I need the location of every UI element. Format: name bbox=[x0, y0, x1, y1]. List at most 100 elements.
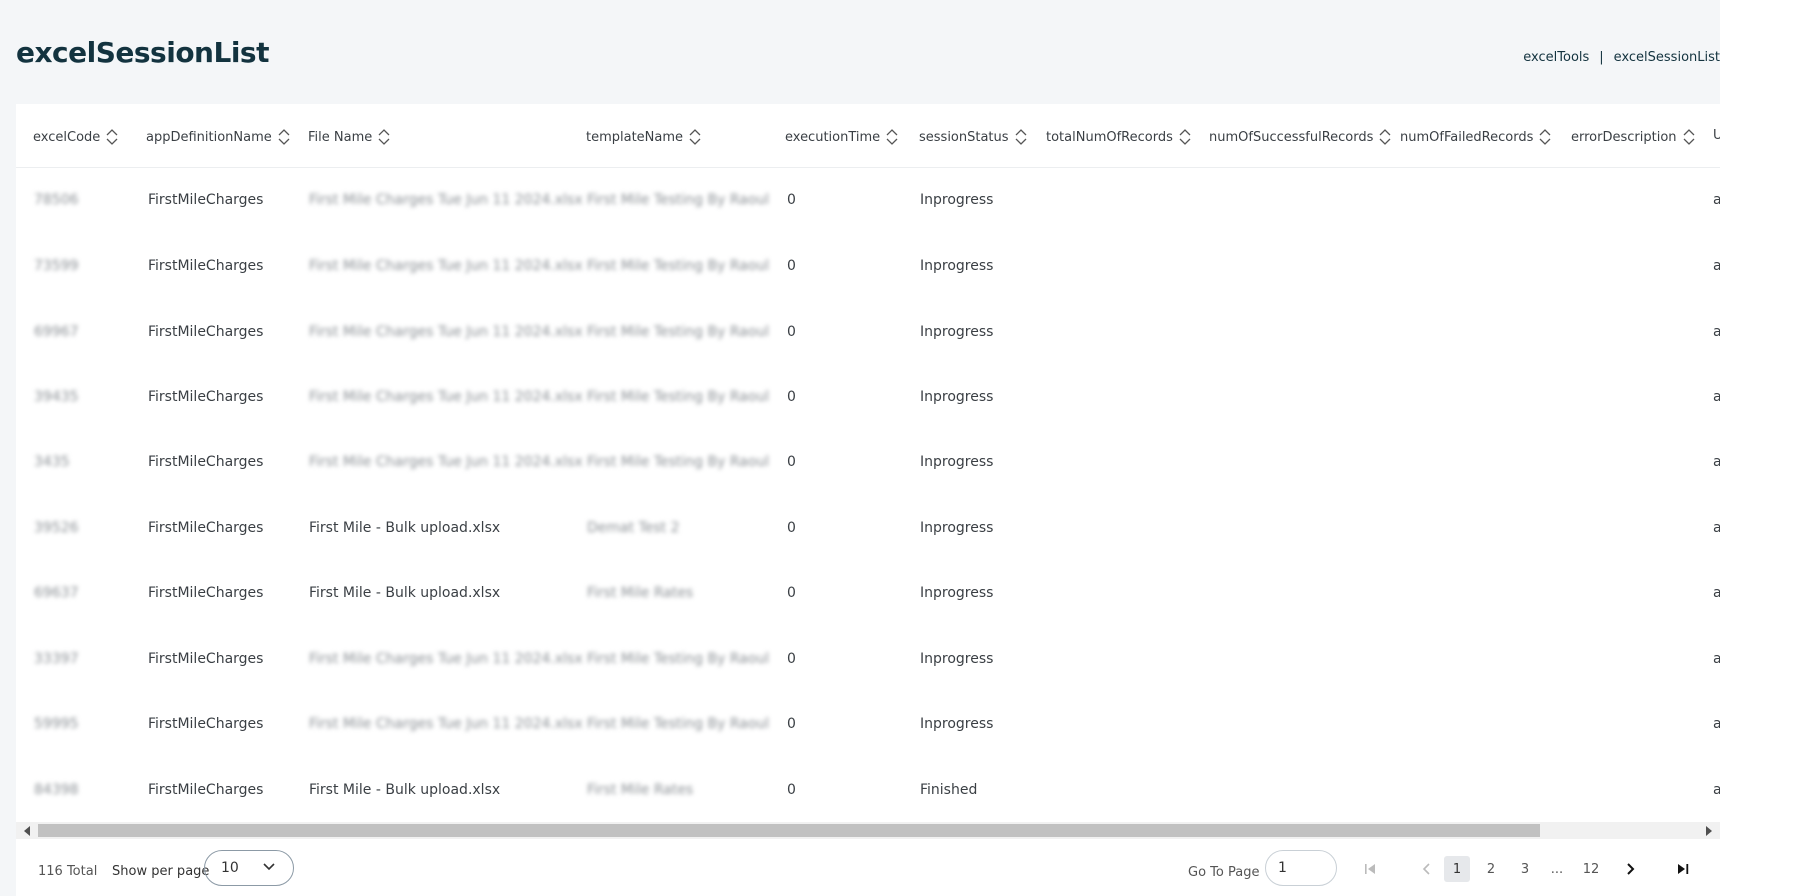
sort-icon[interactable] bbox=[278, 128, 290, 146]
column-header-label: numOfFailedRecords bbox=[1400, 129, 1534, 145]
cell-code: 69967 bbox=[34, 324, 79, 340]
cell-status: Inprogress bbox=[920, 716, 994, 732]
sort-icon[interactable] bbox=[378, 128, 390, 146]
cell-file: First Mile Charges Tue Jun 11 2024.xlsx bbox=[309, 258, 583, 274]
cell-template: First Mile Testing By Raoul bbox=[587, 716, 770, 732]
column-header[interactable]: sessionStatus bbox=[919, 128, 1027, 146]
column-header[interactable]: executionTime bbox=[785, 128, 898, 146]
page: excelSessionList excelTools | excelSessi… bbox=[0, 0, 1720, 896]
cell-app: FirstMileCharges bbox=[148, 716, 264, 732]
first-page-icon bbox=[1365, 864, 1375, 874]
cell-app: FirstMileCharges bbox=[148, 520, 264, 536]
column-header[interactable]: templateName bbox=[586, 128, 701, 146]
column-header[interactable]: numOfFailedRecords bbox=[1400, 128, 1551, 146]
cell-code: 69637 bbox=[34, 585, 79, 601]
cell-time: 0 bbox=[787, 651, 796, 667]
table-row[interactable]: 39435 FirstMileCharges First Mile Charges … bbox=[16, 365, 1720, 430]
next-page-icon bbox=[1627, 863, 1635, 875]
cell-app: FirstMileCharges bbox=[148, 192, 264, 208]
cell-code: 78506 bbox=[34, 192, 79, 208]
cell-extra: a bbox=[1713, 585, 1720, 601]
table-row[interactable]: 39526 FirstMileCharges First Mile - Bulk u… bbox=[16, 496, 1720, 561]
sort-icon[interactable] bbox=[1379, 128, 1391, 146]
page-button-2[interactable]: 2 bbox=[1478, 856, 1504, 882]
next-page-button[interactable] bbox=[1618, 856, 1644, 882]
table-row[interactable]: 69967 FirstMileCharges First Mile Charges … bbox=[16, 300, 1720, 365]
table-row[interactable]: 84398 FirstMileCharges First Mile - Bulk u… bbox=[16, 758, 1720, 823]
cell-template: First Mile Testing By Raoul bbox=[587, 258, 770, 274]
last-page-icon bbox=[1678, 864, 1689, 874]
sort-icon[interactable] bbox=[1179, 128, 1191, 146]
sort-icon[interactable] bbox=[1015, 128, 1027, 146]
cell-template: First Mile Rates bbox=[587, 585, 694, 601]
sort-icon[interactable] bbox=[689, 128, 701, 146]
column-header[interactable]: errorDescription bbox=[1571, 128, 1695, 146]
cell-time: 0 bbox=[787, 520, 796, 536]
cell-app: FirstMileCharges bbox=[148, 389, 264, 405]
last-page-button[interactable] bbox=[1670, 856, 1696, 882]
cell-extra: a bbox=[1713, 324, 1720, 340]
chevron-down-icon bbox=[263, 863, 275, 871]
table-row[interactable]: 73599 FirstMileCharges First Mile Charges … bbox=[16, 234, 1720, 299]
table-row[interactable]: 3435 FirstMileCharges First Mile Charges T… bbox=[16, 430, 1720, 495]
table-header: excelCode appDefinitionName File Name templ… bbox=[16, 104, 1720, 168]
cell-code: 73599 bbox=[34, 258, 79, 274]
breadcrumb-item-excelsessionlist[interactable]: excelSessionList bbox=[1614, 50, 1720, 65]
page-title: excelSessionList bbox=[16, 36, 269, 69]
table-card: excelCode appDefinitionName File Name templ… bbox=[16, 104, 1720, 896]
column-header-label: excelCode bbox=[33, 129, 101, 145]
page-button-1[interactable]: 1 bbox=[1444, 856, 1470, 882]
cell-file: First Mile Charges Tue Jun 11 2024.xlsx bbox=[309, 192, 583, 208]
cell-file: First Mile Charges Tue Jun 11 2024.xlsx bbox=[309, 716, 583, 732]
table-row[interactable]: 69637 FirstMileCharges First Mile - Bulk u… bbox=[16, 561, 1720, 626]
cell-status: Inprogress bbox=[920, 192, 994, 208]
cell-template: First Mile Rates bbox=[587, 782, 694, 798]
cell-code: 33397 bbox=[34, 651, 79, 667]
column-header[interactable]: File Name bbox=[308, 128, 390, 146]
column-header-label: appDefinitionName bbox=[146, 129, 272, 145]
scrollbar-thumb[interactable] bbox=[38, 824, 1540, 837]
scroll-right-icon[interactable] bbox=[1706, 826, 1712, 836]
cell-status: Inprogress bbox=[920, 651, 994, 667]
table-row[interactable]: 33397 FirstMileCharges First Mile Charges … bbox=[16, 627, 1720, 692]
page-button-12[interactable]: 12 bbox=[1578, 856, 1604, 882]
cell-time: 0 bbox=[787, 389, 796, 405]
cell-time: 0 bbox=[787, 585, 796, 601]
cell-code: 39435 bbox=[34, 389, 79, 405]
cell-file: First Mile Charges Tue Jun 11 2024.xlsx bbox=[309, 324, 583, 340]
prev-page-button[interactable] bbox=[1413, 856, 1439, 882]
column-header[interactable]: excelCode bbox=[33, 128, 118, 146]
breadcrumb-item-exceltools[interactable]: excelTools bbox=[1523, 50, 1589, 65]
cell-app: FirstMileCharges bbox=[148, 585, 264, 601]
sort-icon[interactable] bbox=[1683, 128, 1695, 146]
first-page-button[interactable] bbox=[1357, 856, 1383, 882]
cell-time: 0 bbox=[787, 192, 796, 208]
column-header[interactable]: totalNumOfRecords bbox=[1046, 128, 1191, 146]
cell-extra: a bbox=[1713, 389, 1720, 405]
column-header[interactable]: U bbox=[1713, 128, 1720, 143]
column-header-label: U bbox=[1713, 128, 1720, 143]
cell-status: Inprogress bbox=[920, 585, 994, 601]
per-page-select[interactable]: 10 bbox=[204, 850, 294, 886]
sort-icon[interactable] bbox=[106, 128, 118, 146]
horizontal-scrollbar[interactable] bbox=[16, 822, 1720, 839]
page-button-3[interactable]: 3 bbox=[1512, 856, 1538, 882]
column-header[interactable]: numOfSuccessfulRecords bbox=[1209, 128, 1391, 146]
cell-app: FirstMileCharges bbox=[148, 258, 264, 274]
cell-app: FirstMileCharges bbox=[148, 651, 264, 667]
table-row[interactable]: 78506 FirstMileCharges First Mile Charges … bbox=[16, 168, 1720, 233]
pagination-footer: 116 Total Show per page 10 Go To Page 1 … bbox=[16, 844, 1720, 896]
cell-code: 3435 bbox=[34, 454, 70, 470]
go-to-page-input[interactable]: 1 bbox=[1265, 850, 1337, 886]
sort-icon[interactable] bbox=[1539, 128, 1551, 146]
cell-time: 0 bbox=[787, 454, 796, 470]
cell-file: First Mile - Bulk upload.xlsx bbox=[309, 520, 501, 536]
cell-extra: a bbox=[1713, 716, 1720, 732]
cell-time: 0 bbox=[787, 716, 796, 732]
cell-template: First Mile Testing By Raoul bbox=[587, 192, 770, 208]
cell-extra: a bbox=[1713, 782, 1720, 798]
scroll-left-icon[interactable] bbox=[24, 826, 30, 836]
column-header[interactable]: appDefinitionName bbox=[146, 128, 290, 146]
table-row[interactable]: 59995 FirstMileCharges First Mile Charges … bbox=[16, 692, 1720, 757]
sort-icon[interactable] bbox=[886, 128, 898, 146]
